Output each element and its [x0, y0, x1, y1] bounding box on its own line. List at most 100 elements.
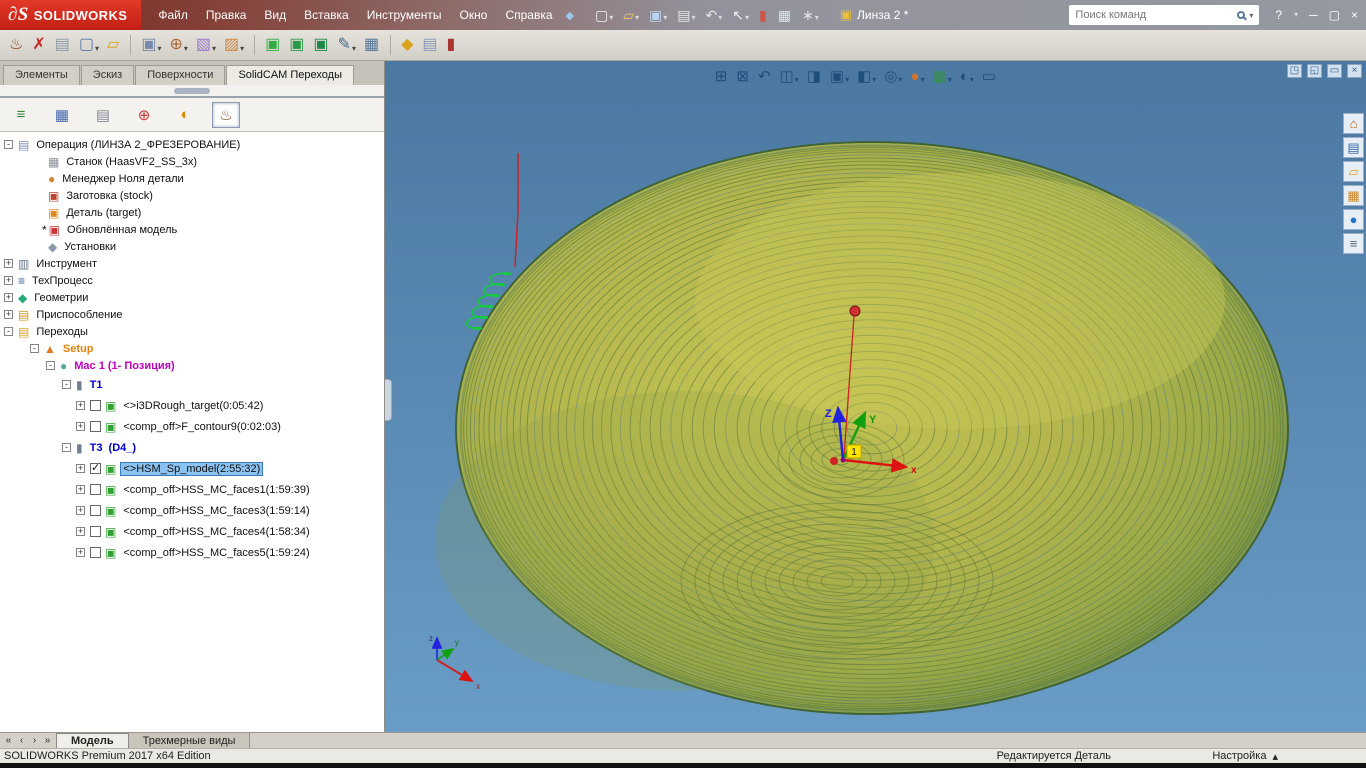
sheet-tab[interactable]: Трехмерные виды: [128, 733, 251, 748]
tree-item[interactable]: ◆ Установки: [34, 238, 384, 255]
open-document-icon[interactable]: ▱ ▾: [623, 8, 639, 22]
menu-item[interactable]: Инструменты: [358, 4, 451, 26]
window-minimize-icon[interactable]: ▭: [1327, 64, 1342, 78]
dropdown-arrow-icon[interactable]: ▾: [872, 76, 876, 84]
tree-item[interactable]: + ▣ <comp_off>HSS_MC_faces3(1:59:14): [76, 500, 384, 521]
view-settings-icon[interactable]: ◐ ▾: [960, 69, 974, 84]
dropdown-arrow-icon[interactable]: ▾: [920, 76, 924, 84]
display-style-icon[interactable]: ◧ ▾: [857, 69, 876, 84]
tree-item[interactable]: + ▣ <comp_off>HSS_MC_faces1(1:59:39): [76, 479, 384, 500]
tree-item[interactable]: - ▲ Setup: [30, 340, 384, 357]
dropdown-arrow-icon[interactable]: ▾: [663, 14, 667, 22]
help-button[interactable]: ?: [1275, 9, 1282, 21]
expander-icon[interactable]: -: [4, 327, 13, 336]
command-tab[interactable]: SolidCAM Переходы: [226, 65, 354, 85]
search-icon[interactable]: [1237, 11, 1246, 19]
operation-checkbox[interactable]: [90, 484, 101, 495]
dropdown-arrow-icon[interactable]: ▾: [845, 76, 849, 84]
expander-icon[interactable]: +: [4, 276, 13, 285]
open-cam-part-icon[interactable]: ▱: [107, 37, 120, 53]
minimize-button[interactable]: ─: [1309, 9, 1318, 21]
3d-model-view[interactable]: 1 Z Y x z y x: [385, 61, 1366, 732]
help-dropdown-icon[interactable]: ▾: [1294, 11, 1298, 19]
tab-scroll-button[interactable]: ›: [29, 735, 40, 746]
separator[interactable]: [390, 35, 392, 55]
operation-2d-icon[interactable]: ▣: [265, 37, 281, 53]
dropdown-arrow-icon[interactable]: ▾: [240, 45, 244, 53]
maximize-button[interactable]: ▢: [1329, 9, 1340, 21]
displaymanager-tab[interactable]: ◐: [171, 102, 199, 128]
rebuild-icon[interactable]: ▮: [759, 8, 768, 22]
dropdown-arrow-icon[interactable]: ▾: [635, 14, 639, 22]
expander-icon[interactable]: +: [76, 506, 85, 515]
machine-setup-icon[interactable]: ▣ ▾: [141, 37, 161, 53]
solidcam-icon[interactable]: ♨: [9, 37, 24, 53]
appearances-icon[interactable]: ●: [1343, 209, 1364, 230]
full-screen-icon[interactable]: ▭: [982, 69, 997, 84]
expander-icon[interactable]: +: [76, 401, 85, 410]
expander-icon[interactable]: -: [62, 443, 71, 452]
zoom-area-icon[interactable]: ⊠: [736, 69, 750, 84]
options-gear-icon[interactable]: ∗ ▾: [802, 8, 819, 22]
home-icon[interactable]: ⌂: [1343, 113, 1364, 134]
expander-icon[interactable]: -: [62, 380, 71, 389]
expander-icon[interactable]: +: [76, 527, 85, 536]
dropdown-arrow-icon[interactable]: ▾: [948, 76, 952, 84]
operation-checkbox[interactable]: [90, 547, 101, 558]
operation-checkbox[interactable]: [90, 421, 101, 432]
separator[interactable]: [254, 35, 256, 55]
expander-icon[interactable]: -: [46, 361, 55, 370]
dropdown-arrow-icon[interactable]: ▾: [352, 45, 356, 53]
coordinate-manager-icon[interactable]: ⊕ ▾: [169, 37, 187, 53]
menu-item[interactable]: Вид: [255, 4, 295, 26]
operation-checkbox[interactable]: [90, 505, 101, 516]
menu-item[interactable]: Справка: [496, 4, 561, 26]
command-tab[interactable]: Элементы: [3, 65, 80, 85]
dropdown-arrow-icon[interactable]: ▾: [745, 14, 749, 22]
sheet-tab[interactable]: Модель: [56, 733, 129, 748]
tree-item[interactable]: + ▣ <>i3DRough_target(0:05:42): [76, 395, 384, 416]
tree-item[interactable]: + ▣ <>HSM_Sp_model(2:55:32): [76, 458, 384, 479]
graphics-area[interactable]: 1 Z Y x z y x ⊞ ⊠ ↶ ◫ ▾ ◨ ▣ ▾ ◧ ▾ ◎ ▾ ● …: [385, 61, 1366, 732]
view-palette-icon[interactable]: ▦: [1343, 185, 1364, 206]
edit-operation-icon[interactable]: ✎ ▾: [338, 37, 356, 53]
dropdown-arrow-icon[interactable]: ▾: [815, 14, 819, 22]
documentation-icon[interactable]: ▤: [422, 37, 438, 53]
operation-hsm-icon[interactable]: ▣: [313, 37, 329, 53]
expander-icon[interactable]: +: [4, 293, 13, 302]
dropdown-arrow-icon[interactable]: ▾: [609, 14, 613, 22]
dropdown-arrow-icon[interactable]: ▾: [184, 45, 188, 53]
command-search[interactable]: Поиск команд ▾: [1069, 5, 1260, 25]
configurationmanager-tab[interactable]: ▤: [89, 102, 117, 128]
section-view-icon[interactable]: ◫ ▾: [780, 69, 799, 84]
dropdown-arrow-icon[interactable]: ▾: [212, 45, 216, 53]
apply-scene-icon[interactable]: ▦ ▾: [933, 69, 952, 84]
task-list-icon[interactable]: ▦: [778, 8, 792, 22]
window-tile-icon[interactable]: ◱: [1307, 64, 1322, 78]
new-cam-part-icon[interactable]: ▢ ▾: [79, 37, 99, 53]
expander-icon[interactable]: -: [4, 140, 13, 149]
panel-collapse-handle[interactable]: [174, 88, 210, 94]
tree-item[interactable]: + ▥ Инструмент: [4, 255, 384, 272]
tree-item[interactable]: + ▤ Приспособление: [4, 306, 384, 323]
operation-3d-icon[interactable]: ▣: [289, 37, 305, 53]
separator[interactable]: [130, 35, 132, 55]
tree-item[interactable]: ▣ Деталь (target): [34, 204, 384, 221]
view-orientation-icon[interactable]: ▣ ▾: [830, 69, 849, 84]
window-restore-icon[interactable]: ◳: [1287, 64, 1302, 78]
dropdown-arrow-icon[interactable]: ▾: [795, 76, 799, 84]
hide-show-items-icon[interactable]: ◎ ▾: [884, 69, 902, 84]
operation-checkbox[interactable]: [90, 400, 101, 411]
propertymanager-tab[interactable]: ▦: [48, 102, 76, 128]
tree-item[interactable]: ▣ Заготовка (stock): [34, 187, 384, 204]
command-tab[interactable]: Поверхности: [135, 65, 226, 85]
expander-icon[interactable]: +: [76, 422, 85, 431]
select-cursor-icon[interactable]: ↖ ▾: [732, 8, 749, 22]
tree-item[interactable]: + ≡ ТехПроцесс: [4, 272, 384, 289]
print-icon[interactable]: ▤ ▾: [677, 8, 695, 22]
menu-item[interactable]: Файл: [149, 4, 197, 26]
annotation-view-icon[interactable]: ◨: [807, 69, 822, 84]
tree-item[interactable]: ▦ Станок (HaasVF2_SS_3x): [34, 153, 384, 170]
solidcam-manager-tab[interactable]: ♨: [212, 101, 240, 128]
featuremanager-tab[interactable]: ≡: [7, 102, 35, 128]
